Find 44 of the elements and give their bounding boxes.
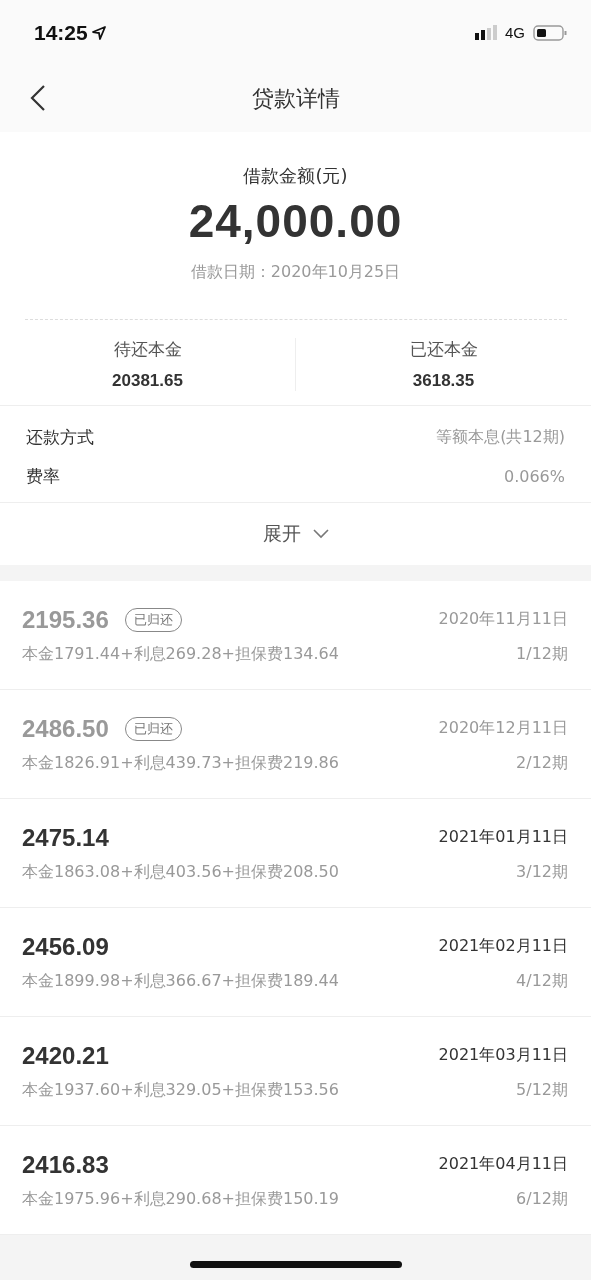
- installment-date: 2021年01月11日: [438, 827, 568, 848]
- expand-button[interactable]: 展开: [262, 521, 329, 547]
- installment-period: 2/12期: [516, 752, 568, 774]
- installment-breakdown: 本金1826.91+利息439.73+担保费219.86: [22, 752, 339, 774]
- installment-amount: 2456.09: [22, 932, 109, 961]
- installment-period: 4/12期: [516, 970, 568, 992]
- installment-date: 2020年11月11日: [438, 609, 568, 630]
- stat-label: 已还本金: [409, 338, 478, 361]
- loan-date: 借款日期：2020年10月25日: [190, 262, 401, 283]
- detail-label: 还款方式: [26, 426, 94, 449]
- installment-breakdown: 本金1899.98+利息366.67+担保费189.44: [22, 970, 339, 992]
- installment-breakdown: 本金1791.44+利息269.28+担保费134.64: [22, 643, 339, 665]
- installment-amount: 2475.14: [22, 823, 109, 852]
- loan-amount: 24,000.00: [188, 194, 403, 248]
- detail-value: 等额本息(共12期): [436, 427, 565, 448]
- installment-date: 2021年02月11日: [438, 936, 568, 957]
- back-icon[interactable]: [30, 85, 46, 111]
- installment-period: 1/12期: [516, 643, 568, 665]
- network-label: 4G: [505, 24, 525, 41]
- installment-date: 2021年04月11日: [438, 1154, 568, 1175]
- chevron-down-icon: [312, 529, 329, 539]
- page-title: 贷款详情: [251, 84, 340, 113]
- location-arrow-icon: [91, 25, 106, 40]
- installment-breakdown: 本金1975.96+利息290.68+担保费150.19: [22, 1188, 339, 1210]
- detail-label: 费率: [26, 465, 60, 488]
- installment-date: 2021年03月11日: [438, 1045, 568, 1066]
- installment-breakdown: 本金1863.08+利息403.56+担保费208.50: [22, 861, 339, 883]
- installment-amount: 2420.21: [22, 1041, 109, 1070]
- installment-amount: 2195.36: [22, 605, 109, 634]
- status-time: 14:25: [34, 20, 88, 45]
- installment-date: 2020年12月11日: [438, 718, 568, 739]
- signal-icon: [475, 24, 497, 41]
- loan-amount-label: 借款金额(元): [243, 164, 348, 188]
- stat-value: 20381.65: [112, 371, 183, 391]
- stat-label: 待还本金: [113, 338, 182, 361]
- installment-amount: 2416.83: [22, 1150, 109, 1179]
- stat-value: 3618.35: [412, 371, 475, 391]
- installment-period: 3/12期: [516, 861, 568, 883]
- detail-value: 0.066%: [504, 467, 565, 486]
- installment-breakdown: 本金1937.60+利息329.05+担保费153.56: [22, 1079, 339, 1101]
- installment-period: 5/12期: [516, 1079, 568, 1101]
- battery-icon: [533, 24, 567, 41]
- installment-period: 6/12期: [516, 1188, 568, 1210]
- installment-amount: 2486.50: [22, 714, 109, 743]
